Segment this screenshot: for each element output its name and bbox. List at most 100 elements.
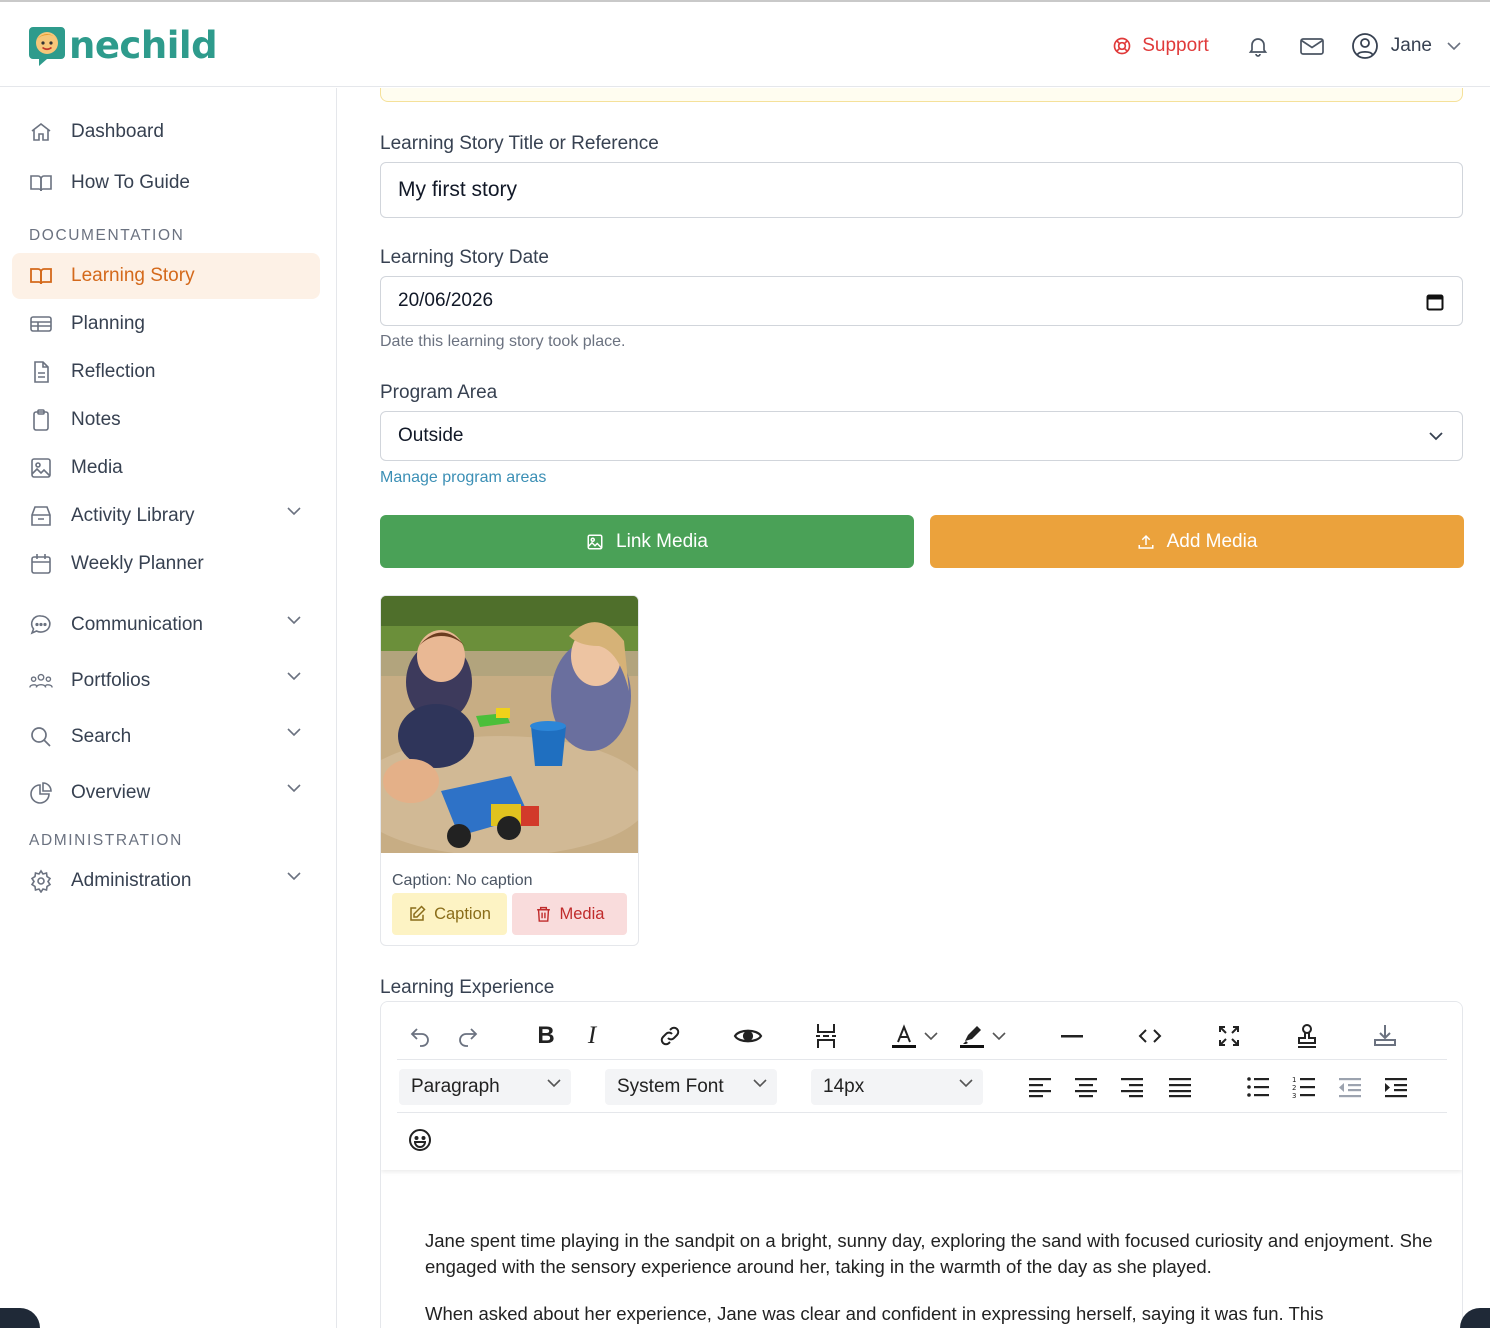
chevron-down-icon bbox=[287, 728, 301, 737]
sidebar-item-label: Media bbox=[71, 457, 123, 478]
story-title-input[interactable]: My first story bbox=[380, 162, 1463, 218]
notifications-button[interactable] bbox=[1243, 31, 1273, 61]
align-left-button[interactable] bbox=[1023, 1070, 1057, 1104]
sidebar-item-planning[interactable]: Planning bbox=[12, 301, 320, 347]
media-card: Caption: No caption Caption Media bbox=[380, 595, 639, 946]
sidebar-item-search[interactable]: Search bbox=[12, 714, 320, 760]
lifebuoy-icon bbox=[1113, 37, 1131, 55]
sidebar-item-reflection[interactable]: Reflection bbox=[12, 349, 320, 395]
link-icon bbox=[660, 1026, 680, 1046]
support-link[interactable]: Support bbox=[1112, 35, 1209, 57]
numbered-list-button[interactable]: 123 bbox=[1287, 1070, 1321, 1104]
download-button[interactable] bbox=[1368, 1019, 1402, 1053]
program-area-value: Outside bbox=[398, 425, 464, 446]
outdent-icon bbox=[1339, 1078, 1361, 1098]
source-code-button[interactable] bbox=[1133, 1019, 1167, 1053]
text-color-dropdown[interactable] bbox=[921, 1019, 941, 1053]
font-size-value: 14px bbox=[823, 1076, 865, 1097]
chevron-down-icon bbox=[287, 672, 301, 681]
sidebar-item-administration[interactable]: Administration bbox=[12, 858, 320, 904]
messages-button[interactable] bbox=[1297, 31, 1327, 61]
redo-button[interactable] bbox=[451, 1019, 485, 1053]
highlighter-icon bbox=[960, 1026, 984, 1048]
trash-icon bbox=[536, 906, 550, 922]
sidebar-item-activity-library[interactable]: Activity Library bbox=[12, 493, 320, 539]
main-content: Learning Story Title or Reference My fir… bbox=[338, 88, 1490, 1328]
italic-icon: I bbox=[587, 1022, 597, 1049]
outdent-button[interactable] bbox=[1333, 1070, 1367, 1104]
program-area-select[interactable]: Outside bbox=[380, 411, 1463, 461]
title-label: Learning Story Title or Reference bbox=[380, 133, 659, 154]
link-media-button[interactable]: Link Media bbox=[380, 515, 914, 568]
calendar-icon bbox=[29, 552, 53, 576]
page-break-button[interactable] bbox=[809, 1019, 843, 1053]
edit-caption-button[interactable]: Caption bbox=[392, 893, 507, 935]
story-date-value: 20/06/2026 bbox=[398, 290, 494, 311]
block-format-select[interactable]: Paragraph bbox=[399, 1069, 571, 1105]
sidebar-item-label: Portfolios bbox=[71, 670, 151, 691]
numbered-list-icon: 123 bbox=[1292, 1076, 1315, 1099]
sidebar-item-label: Weekly Planner bbox=[71, 553, 204, 574]
italic-button[interactable]: I bbox=[575, 1019, 609, 1053]
add-media-button[interactable]: Add Media bbox=[930, 515, 1464, 568]
fullscreen-button[interactable] bbox=[1212, 1019, 1246, 1053]
font-size-select[interactable]: 14px bbox=[811, 1069, 983, 1105]
sidebar-item-label: How To Guide bbox=[71, 172, 190, 193]
chevron-down-icon bbox=[287, 784, 301, 793]
users-icon bbox=[29, 669, 53, 693]
sidebar-item-communication[interactable]: Communication bbox=[12, 602, 320, 648]
toolbar-row-2: Paragraph System Font 14px 1 2 3 bbox=[397, 1061, 1447, 1113]
download-icon bbox=[1374, 1025, 1396, 1046]
user-menu[interactable]: Jane bbox=[1351, 32, 1462, 60]
preview-button[interactable] bbox=[731, 1019, 765, 1053]
archive-icon bbox=[29, 504, 53, 528]
chevron-down-icon bbox=[547, 1079, 561, 1088]
manage-program-areas-link[interactable]: Manage program areas bbox=[380, 469, 546, 487]
highlight-dropdown[interactable] bbox=[989, 1019, 1009, 1053]
sidebar-item-notes[interactable]: Notes bbox=[12, 397, 320, 443]
highlight-button[interactable] bbox=[955, 1019, 989, 1053]
text-color-button[interactable] bbox=[887, 1019, 921, 1053]
align-justify-button[interactable] bbox=[1163, 1070, 1197, 1104]
emoji-button[interactable] bbox=[403, 1123, 437, 1157]
indent-button[interactable] bbox=[1379, 1070, 1413, 1104]
sidebar-item-how-to-guide[interactable]: How To Guide bbox=[12, 160, 320, 206]
sidebar-item-portfolios[interactable]: Portfolios bbox=[12, 658, 320, 704]
link-button[interactable] bbox=[653, 1019, 687, 1053]
date-label: Learning Story Date bbox=[380, 247, 549, 268]
sidebar-item-label: Reflection bbox=[71, 361, 156, 382]
align-right-button[interactable] bbox=[1115, 1070, 1149, 1104]
calendar-icon[interactable] bbox=[1426, 293, 1444, 311]
font-family-select[interactable]: System Font bbox=[605, 1069, 777, 1105]
stamp-button[interactable] bbox=[1290, 1019, 1324, 1053]
media-button-label: Media bbox=[559, 904, 605, 923]
logo-face-icon bbox=[29, 27, 65, 66]
sidebar-item-dashboard[interactable]: Dashboard bbox=[12, 109, 320, 155]
sidebar-item-media[interactable]: Media bbox=[12, 445, 320, 491]
block-format-value: Paragraph bbox=[411, 1076, 500, 1097]
story-date-input[interactable]: 20/06/2026 bbox=[380, 276, 1463, 326]
sidebar-item-learning-story[interactable]: Learning Story bbox=[12, 253, 320, 299]
stamp-icon bbox=[1298, 1024, 1316, 1048]
chevron-down-icon bbox=[924, 1031, 938, 1040]
chevron-down-icon bbox=[753, 1079, 767, 1088]
bold-button[interactable]: B bbox=[529, 1019, 563, 1053]
font-family-value: System Font bbox=[617, 1076, 724, 1097]
horizontal-line-button[interactable] bbox=[1055, 1019, 1089, 1053]
code-icon bbox=[1138, 1029, 1162, 1043]
bullet-list-button[interactable] bbox=[1241, 1070, 1275, 1104]
date-help-text: Date this learning story took place. bbox=[380, 333, 626, 350]
onechild-logo[interactable]: nechild bbox=[27, 22, 218, 68]
sandpit-photo[interactable] bbox=[381, 596, 638, 853]
align-center-button[interactable] bbox=[1069, 1070, 1103, 1104]
sidebar-item-overview[interactable]: Overview bbox=[12, 770, 320, 816]
upload-icon bbox=[1138, 534, 1154, 549]
section-documentation: DOCUMENTATION bbox=[29, 227, 185, 244]
alert-banner bbox=[380, 88, 1463, 102]
sidebar-item-weekly-planner[interactable]: Weekly Planner bbox=[12, 541, 320, 587]
undo-button[interactable] bbox=[403, 1019, 437, 1053]
svg-text:2: 2 bbox=[1292, 1084, 1296, 1092]
delete-media-button[interactable]: Media bbox=[512, 893, 627, 935]
sidebar-item-label: Activity Library bbox=[71, 505, 195, 526]
editor-content[interactable]: Jane spent time playing in the sandpit o… bbox=[425, 1228, 1435, 1328]
